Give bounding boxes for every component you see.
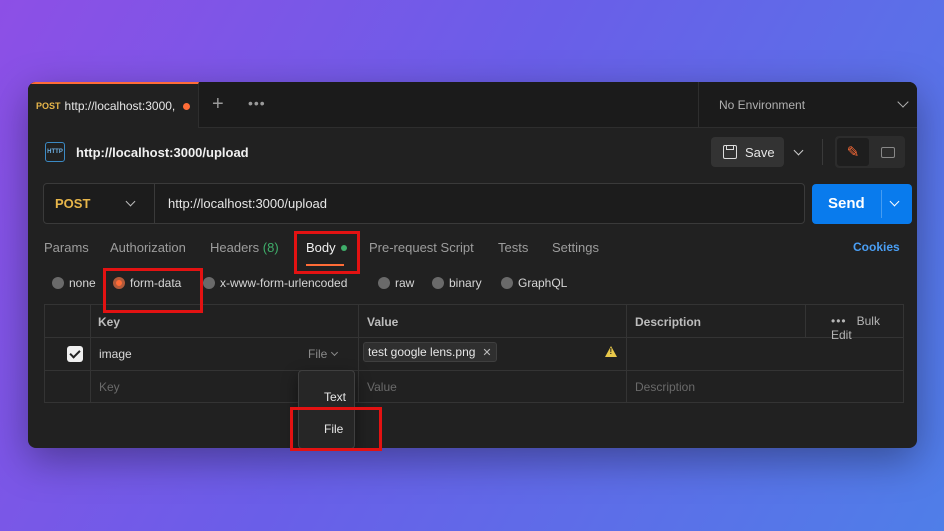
- ellipsis-icon: •••: [831, 314, 847, 328]
- save-options-button[interactable]: [786, 137, 810, 167]
- save-icon: [723, 145, 737, 159]
- row-divider: [45, 370, 903, 371]
- column-divider: [805, 305, 806, 338]
- header-value: Value: [367, 315, 399, 329]
- value-placeholder[interactable]: Value: [367, 380, 397, 394]
- send-button[interactable]: Send: [812, 184, 912, 224]
- chevron-down-icon: [331, 348, 339, 357]
- radio-none[interactable]: none: [52, 276, 96, 290]
- tab-tests[interactable]: Tests: [498, 240, 528, 255]
- radio-graphql[interactable]: GraphQL: [501, 276, 567, 290]
- tab-headers[interactable]: Headers (8): [210, 240, 279, 255]
- highlight-file-option: [290, 407, 382, 451]
- radio-raw[interactable]: raw: [378, 276, 414, 290]
- new-tab-plus-icon[interactable]: +: [212, 94, 224, 114]
- remove-file-close-icon[interactable]: ✕: [482, 346, 491, 359]
- postman-window: POST http://localhost:3000, + ••• No Env…: [28, 82, 917, 448]
- tab-pre-request-script[interactable]: Pre-request Script: [369, 240, 474, 255]
- pencil-icon: ✎: [846, 144, 860, 161]
- cookies-link[interactable]: Cookies: [853, 240, 900, 254]
- radio-x-www-form-urlencoded[interactable]: x-www-form-urlencoded: [203, 276, 347, 290]
- tab-params[interactable]: Params: [44, 240, 89, 255]
- highlight-body-tab: [294, 231, 360, 274]
- radio-circle-icon: [378, 277, 390, 289]
- tab-method: POST: [36, 101, 61, 111]
- key-type-select[interactable]: File: [308, 347, 339, 361]
- dropdown-option-text[interactable]: Text: [324, 390, 346, 404]
- comment-icon: [880, 146, 895, 158]
- row-key[interactable]: image: [99, 347, 132, 361]
- column-divider: [90, 305, 91, 402]
- save-button[interactable]: Save: [711, 137, 784, 167]
- radio-circle-icon: [52, 277, 64, 289]
- comments-button[interactable]: [872, 138, 903, 166]
- tab-title: http://localhost:3000,: [64, 99, 176, 113]
- tab-settings[interactable]: Settings: [552, 240, 599, 255]
- toolbar-divider: [822, 139, 823, 165]
- view-mode-group: ✎: [835, 136, 905, 168]
- highlight-form-data: [103, 268, 203, 313]
- file-chip[interactable]: test google lens.png ✕: [363, 342, 497, 362]
- column-divider: [358, 305, 359, 402]
- row-enabled-checkbox[interactable]: [67, 346, 83, 362]
- tab-bar: POST http://localhost:3000, + ••• No Env…: [28, 82, 917, 128]
- request-title[interactable]: http://localhost:3000/upload: [76, 145, 249, 160]
- more-tabs-ellipsis-icon[interactable]: •••: [248, 95, 266, 111]
- row-divider: [45, 337, 903, 338]
- http-request-icon: HTTP: [45, 142, 65, 162]
- bulk-edit-button[interactable]: ••• Bulk Edit: [831, 314, 903, 342]
- request-tab[interactable]: POST http://localhost:3000,: [28, 82, 199, 128]
- save-label: Save: [745, 144, 775, 160]
- url-bar: POST http://localhost:3000/upload: [43, 183, 805, 224]
- method-select[interactable]: POST: [44, 184, 155, 223]
- column-divider: [626, 305, 627, 402]
- method-label: POST: [55, 196, 91, 211]
- radio-circle-icon: [501, 277, 513, 289]
- chevron-down-icon: [793, 145, 803, 155]
- send-divider: [881, 190, 882, 218]
- radio-circle-icon: [203, 277, 215, 289]
- edit-button[interactable]: ✎: [837, 138, 869, 166]
- chevron-down-icon: [897, 96, 909, 108]
- chevron-down-icon[interactable]: [889, 196, 900, 207]
- headers-count: (8): [262, 240, 279, 255]
- form-data-table: Key Value Description ••• Bulk Edit image…: [44, 304, 904, 403]
- warning-icon[interactable]: [605, 346, 617, 357]
- radio-circle-icon: [432, 277, 444, 289]
- tab-authorization[interactable]: Authorization: [110, 240, 186, 255]
- unsaved-dot-icon: [183, 102, 191, 110]
- environment-label: No Environment: [719, 98, 806, 112]
- radio-binary[interactable]: binary: [432, 276, 482, 290]
- file-name: test google lens.png: [368, 345, 476, 359]
- environment-select[interactable]: No Environment: [698, 82, 917, 128]
- description-placeholder[interactable]: Description: [635, 380, 695, 394]
- chevron-down-icon: [125, 196, 136, 207]
- header-description: Description: [635, 315, 702, 329]
- url-input[interactable]: http://localhost:3000/upload: [168, 196, 327, 211]
- header-key: Key: [98, 315, 121, 329]
- key-placeholder[interactable]: Key: [99, 380, 120, 394]
- send-label: Send: [828, 195, 865, 212]
